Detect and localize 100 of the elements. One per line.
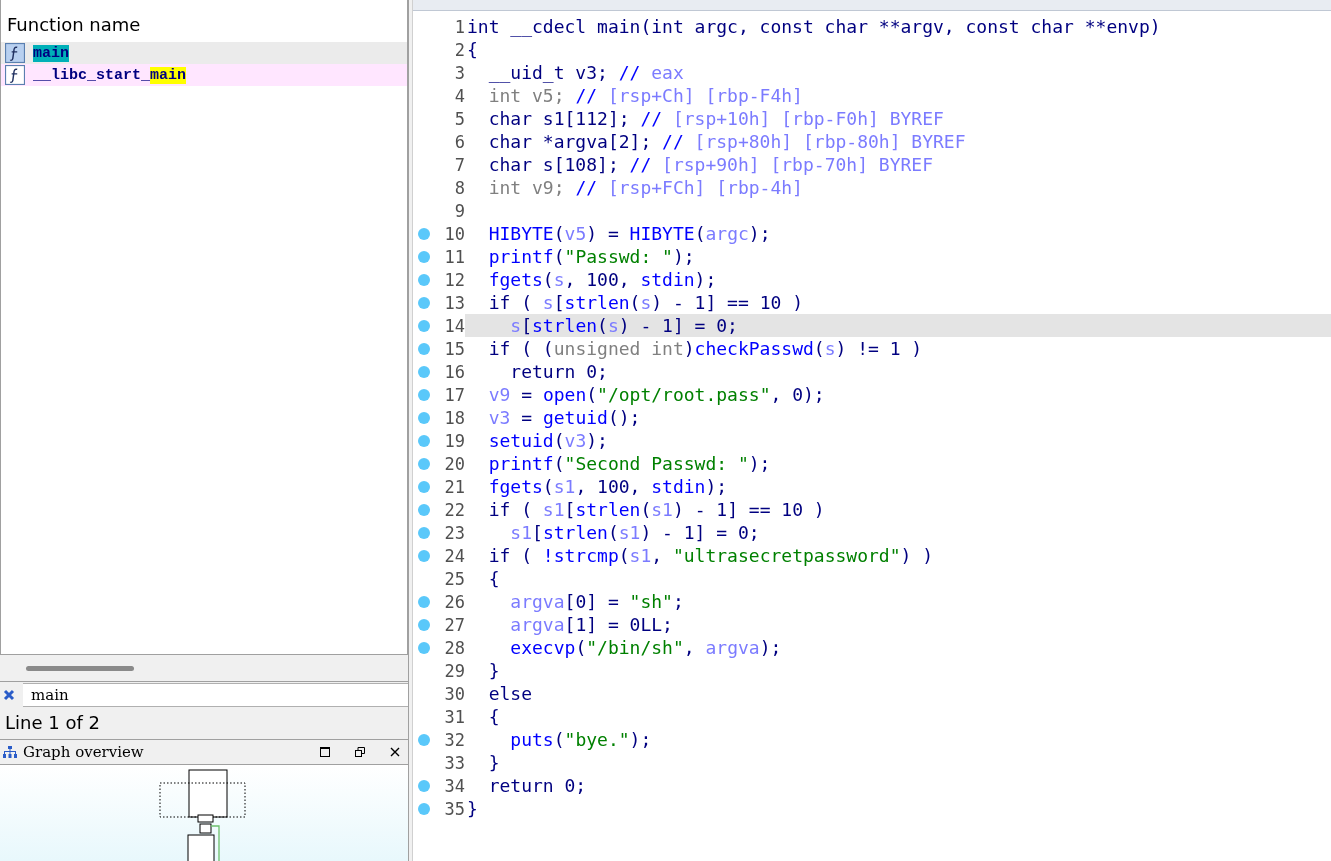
- code-text: (: [813, 338, 825, 359]
- code-text: );: [629, 729, 652, 750]
- code-text: ,: [683, 637, 696, 658]
- line-number: 16: [443, 361, 465, 382]
- line-number: 26: [443, 591, 465, 612]
- code-text: else: [487, 683, 533, 704]
- line-number: 28: [443, 637, 465, 658]
- line-number: 12: [443, 269, 465, 290]
- variable-name: s1: [618, 522, 641, 543]
- comment-marker: //: [640, 108, 664, 129]
- function-name: execvp: [509, 637, 576, 658]
- code-text: );: [705, 476, 728, 497]
- line-number: 31: [443, 706, 465, 727]
- breakpoint-dot[interactable]: [418, 802, 430, 815]
- variable-name: v3: [564, 430, 587, 451]
- status-text: Line 1 of 2: [0, 707, 408, 740]
- line-number: 3: [453, 62, 465, 83]
- code-text: return 0;: [509, 361, 608, 382]
- restore-icon[interactable]: [355, 747, 365, 757]
- variable-name: s: [607, 315, 619, 336]
- breakpoint-dot[interactable]: [418, 526, 430, 539]
- code-text: (: [597, 315, 608, 336]
- line-number: 24: [443, 545, 465, 566]
- function-row[interactable]: main: [1, 42, 407, 64]
- close-icon[interactable]: [390, 747, 400, 757]
- comment-marker: //: [575, 85, 599, 106]
- function-name: setuid: [487, 430, 554, 451]
- breakpoint-dot[interactable]: [418, 319, 430, 332]
- breakpoint-dot[interactable]: [418, 388, 430, 401]
- code-text: (: [553, 246, 565, 267]
- code-text: =: [520, 407, 534, 428]
- code-text: char s[108];: [487, 154, 620, 175]
- code-text: ) - 1] = 0;: [640, 522, 760, 543]
- function-name: fgets: [487, 476, 543, 497]
- breakpoint-dot[interactable]: [418, 503, 430, 516]
- scrollbar-thumb[interactable]: [26, 665, 134, 671]
- search-field[interactable]: main: [23, 683, 408, 707]
- breakpoint-dot[interactable]: [418, 296, 430, 309]
- function-name: strlen: [575, 499, 641, 520]
- variable-name: s: [553, 269, 565, 290]
- maximize-icon[interactable]: [320, 747, 330, 757]
- graph-overview-drawing[interactable]: [159, 769, 246, 861]
- function-name: strlen: [542, 522, 608, 543]
- code-text: (: [640, 499, 652, 520]
- line-number: 17: [443, 384, 465, 405]
- breakpoint-dot[interactable]: [418, 434, 430, 447]
- function-name: checkPasswd: [694, 338, 814, 359]
- code-text: (: [607, 522, 619, 543]
- function-icon: [5, 65, 25, 85]
- variable-name: v3: [487, 407, 511, 428]
- code-text: }: [487, 752, 500, 773]
- comment-text: [rsp+80h] [rbp-80h] BYREF: [694, 131, 966, 152]
- comment-text: [rsp+10h] [rbp-F0h] BYREF: [672, 108, 944, 129]
- breakpoint-dot[interactable]: [418, 733, 430, 746]
- code-text: (: [542, 269, 554, 290]
- line-number: 20: [443, 453, 465, 474]
- function-name: getuid: [542, 407, 608, 428]
- breakpoint-dot[interactable]: [418, 273, 430, 286]
- breakpoint-dot[interactable]: [418, 365, 430, 378]
- breakpoint-dot[interactable]: [418, 641, 430, 654]
- code-text: ) - 1] = 0;: [618, 315, 738, 336]
- breakpoint-dot[interactable]: [418, 411, 430, 424]
- breakpoint-dot[interactable]: [418, 342, 430, 355]
- variable-name: s1: [553, 476, 576, 497]
- breakpoint-dot[interactable]: [418, 549, 430, 562]
- code-text: [1] = 0LL;: [564, 614, 673, 635]
- code-text: );: [748, 223, 771, 244]
- breakpoint-dot[interactable]: [418, 595, 430, 608]
- comment-marker: //: [629, 154, 653, 175]
- code-text: (: [553, 453, 565, 474]
- line-number: 11: [443, 246, 465, 267]
- function-name: strlen: [532, 315, 598, 336]
- function-name: main: [33, 44, 69, 62]
- code-text: , 100,: [575, 476, 642, 497]
- function-name: !strcmp: [542, 545, 619, 566]
- line-number: 25: [443, 568, 465, 589]
- code-text: );: [586, 430, 608, 451]
- line-number: 30: [443, 683, 465, 704]
- function-icon: [5, 43, 25, 63]
- code-text: int __cdecl main(int argc, const char **argv, const char **envp): [467, 16, 1161, 37]
- code-text: ;: [672, 591, 684, 612]
- breakpoint-dot[interactable]: [418, 618, 430, 631]
- breakpoint-dot[interactable]: [418, 480, 430, 493]
- code-text: ,: [651, 545, 664, 566]
- variable-name: argva: [705, 637, 760, 658]
- comment-text: [rsp+90h] [rbp-70h] BYREF: [662, 154, 933, 175]
- function-name: printf: [487, 246, 554, 267]
- line-number: 8: [453, 177, 465, 198]
- breakpoint-dot[interactable]: [418, 779, 430, 792]
- breakpoint-dot[interactable]: [418, 227, 430, 240]
- function-name: stdin: [651, 476, 706, 497]
- breakpoint-dot[interactable]: [418, 250, 430, 263]
- line-number: 14: [443, 315, 465, 336]
- breakpoint-dot[interactable]: [418, 457, 430, 470]
- function-name: stdin: [640, 269, 695, 290]
- code-text: [: [564, 499, 576, 520]
- line-number: 23: [443, 522, 465, 543]
- comment-marker: //: [575, 177, 599, 198]
- line-number: 35: [443, 798, 465, 819]
- code-text: (: [553, 223, 565, 244]
